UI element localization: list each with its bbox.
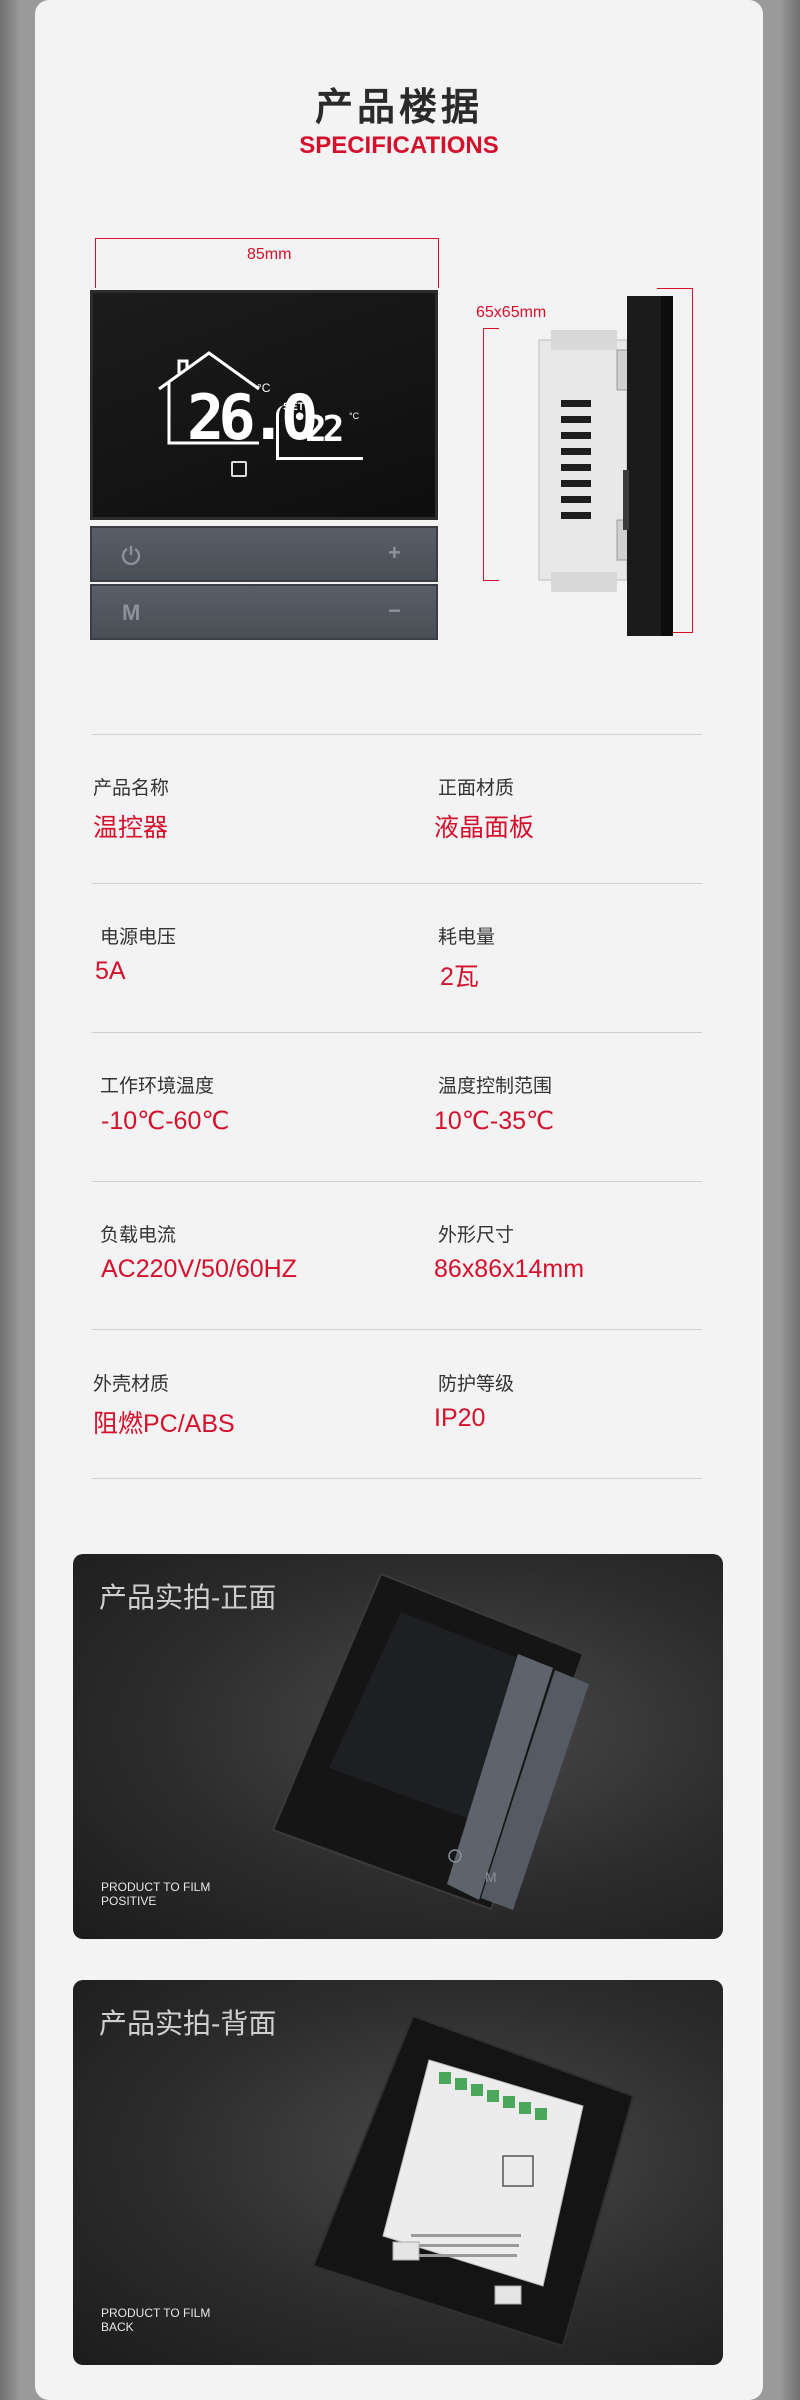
spec-value: 阻燃PC/ABS <box>93 1410 235 1438</box>
thermostat-back-photo <box>311 2014 635 2348</box>
thermostat-side-image <box>538 296 673 636</box>
caption-line: POSITIVE <box>101 1894 157 1908</box>
front-width-label: 85mm <box>247 246 292 263</box>
photo-front-card: 产品实拍-正面 M PRODUCT TO FILM POSITIVE <box>73 1554 723 1939</box>
spec-label: 工作环境温度 <box>100 1076 215 1097</box>
heating-mode-icon <box>231 461 247 477</box>
set-temperature-unit: °C <box>349 411 360 421</box>
caption-line: PRODUCT TO FILM <box>101 2306 211 2320</box>
page-title: 产品楼据 <box>314 87 483 129</box>
photo-caption: PRODUCT TO FILM BACK <box>101 2306 210 2334</box>
spec-value: 液晶面板 <box>434 814 535 842</box>
caption-line: PRODUCT TO FILM <box>101 1880 211 1894</box>
spec-value: 10℃-35℃ <box>434 1107 555 1135</box>
svg-text:M: M <box>485 1869 497 1885</box>
set-temperature: 22 <box>305 409 344 450</box>
spec-value: -10℃-60℃ <box>101 1107 230 1135</box>
photo-caption: PRODUCT TO FILM POSITIVE <box>101 1880 210 1908</box>
caption-line: BACK <box>101 2320 134 2334</box>
spec-label: 产品名称 <box>93 778 170 799</box>
page-subtitle: SPECIFICATIONS <box>299 132 499 159</box>
lcd-screen: 26.0 °C SET 22 °C <box>90 290 438 520</box>
thermostat-front-image: 26.0 °C SET 22 °C + M − <box>90 290 438 642</box>
spec-page: 产品楼据 SPECIFICATIONS 85mm 26.0 °C SET 22 … <box>35 0 763 2400</box>
mode-button[interactable]: M <box>122 600 140 626</box>
spec-value: 5A <box>95 957 126 985</box>
minus-button[interactable]: − <box>388 598 401 624</box>
power-icon[interactable] <box>120 544 142 566</box>
set-label: SET <box>283 401 305 413</box>
thermostat-front-photo: M <box>271 1572 589 1911</box>
current-temperature-unit: °C <box>257 381 271 395</box>
spec-label: 外形尺寸 <box>438 1225 515 1246</box>
spec-label: 外壳材质 <box>93 1374 170 1395</box>
spec-label: 电源电压 <box>100 927 177 948</box>
spec-label: 防护等级 <box>438 1374 515 1395</box>
spec-value: 2瓦 <box>440 963 479 991</box>
photo-back-card: 产品实拍-背面 PRODUCT TO FILM BACK <box>73 1980 723 2365</box>
spec-value: 温控器 <box>93 814 169 842</box>
spec-value: AC220V/50/60HZ <box>101 1255 297 1283</box>
spec-label: 温度控制范围 <box>438 1076 553 1097</box>
spec-value: 86x86x14mm <box>434 1255 585 1283</box>
plus-button[interactable]: + <box>388 540 401 566</box>
spec-value: IP20 <box>434 1404 486 1432</box>
bottom-button-row: M − <box>90 584 438 640</box>
spec-label: 耗电量 <box>438 927 496 948</box>
spec-label: 负载电流 <box>100 1225 177 1246</box>
top-button-row: + <box>90 526 438 582</box>
spec-label: 正面材质 <box>438 778 515 799</box>
